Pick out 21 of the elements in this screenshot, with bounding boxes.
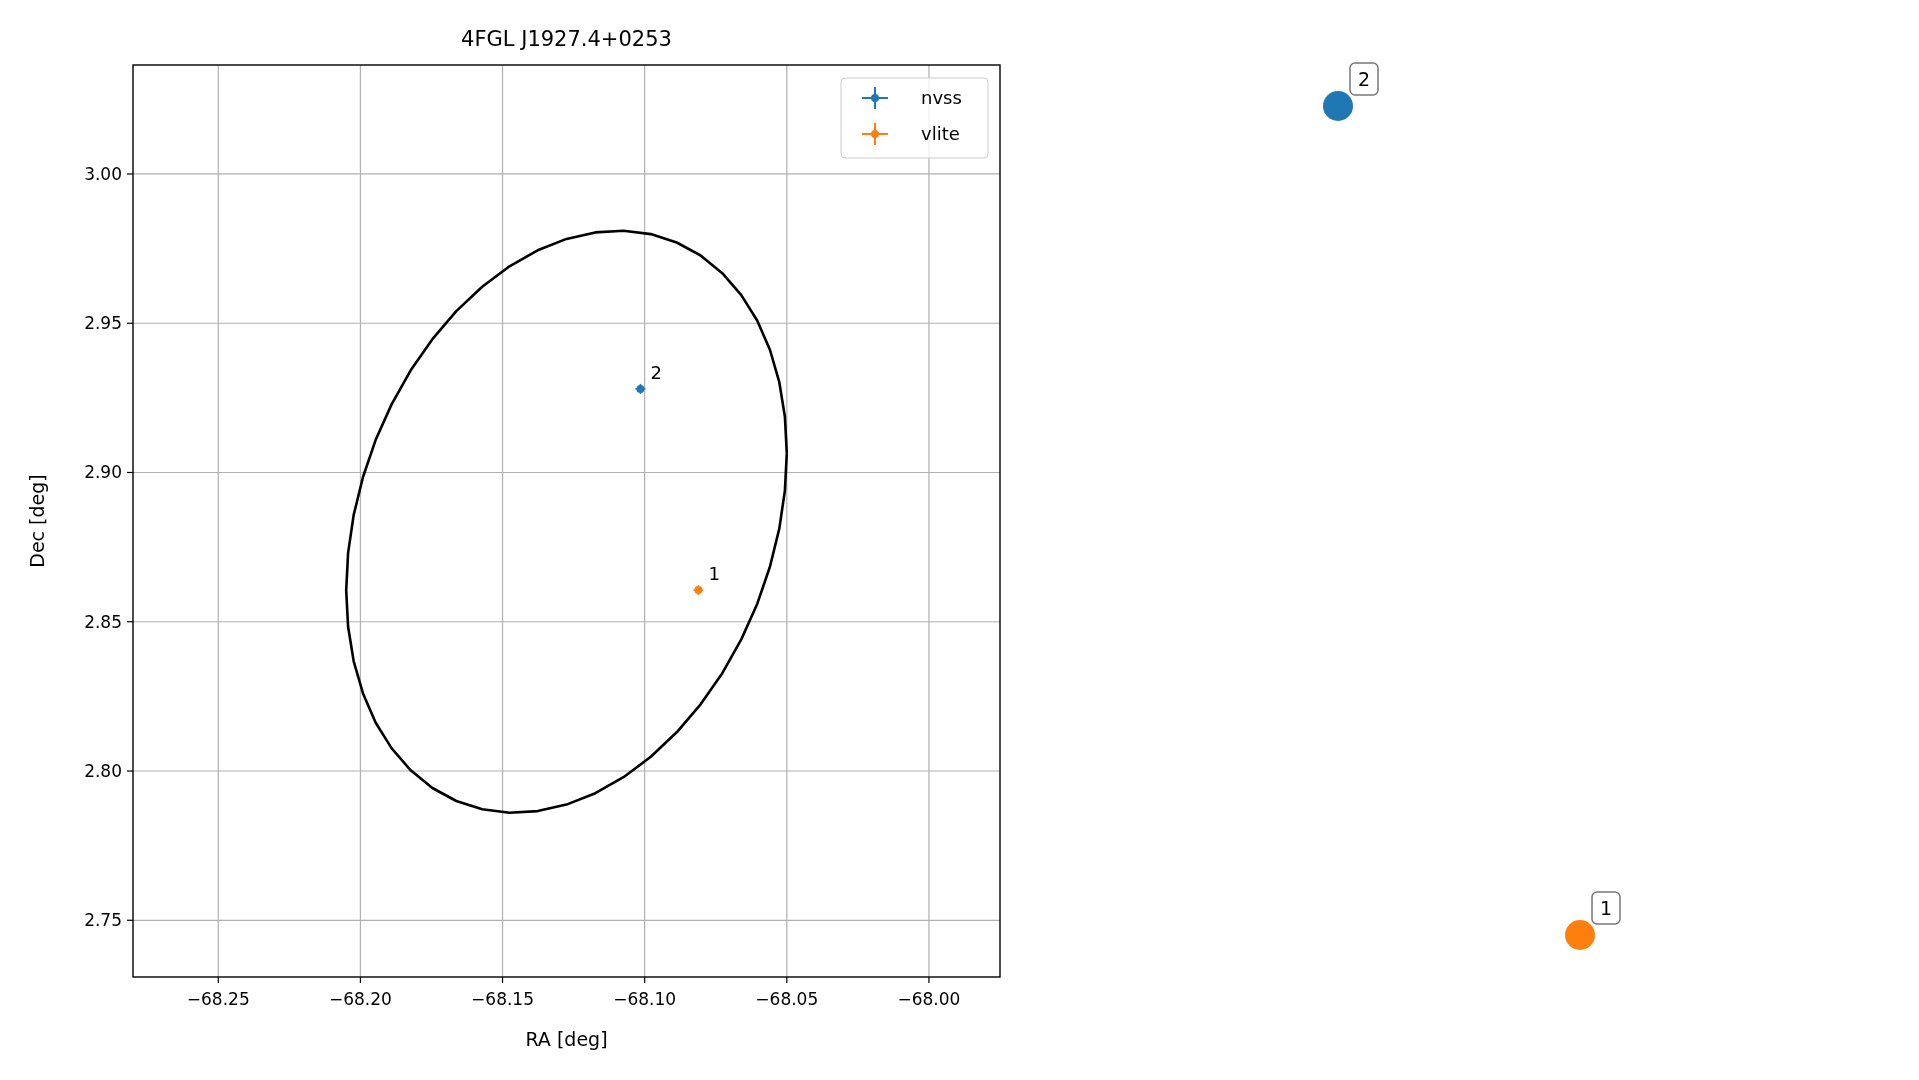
- tick-label: 2.95: [84, 313, 122, 334]
- point-label: 2: [650, 361, 662, 383]
- marker-label: 2: [1349, 62, 1379, 96]
- tick-label: 3.00: [84, 163, 122, 184]
- point-label: 1: [708, 563, 720, 585]
- tick-label: −68.10: [613, 989, 677, 1009]
- legend-label: nvss: [921, 87, 962, 108]
- x-axis-label: RA [deg]: [525, 1028, 608, 1050]
- tick-label: 2.75: [84, 910, 122, 931]
- y-axis-label: Dec [deg]: [26, 474, 48, 568]
- tick-label: 2.90: [84, 462, 122, 483]
- chart-title: 4FGL J1927.4+0253: [461, 27, 672, 51]
- tick-label: −68.00: [897, 989, 961, 1009]
- marker-label: 1: [1591, 891, 1621, 925]
- tick-label: 2.80: [84, 761, 122, 781]
- tick-label: −68.20: [328, 989, 392, 1009]
- tick-label: 2.85: [84, 611, 122, 632]
- tick-label: −68.05: [755, 989, 819, 1009]
- tick-label: −68.25: [186, 989, 250, 1009]
- tick-label: −68.15: [471, 989, 534, 1009]
- legend-label: vlite: [921, 123, 960, 144]
